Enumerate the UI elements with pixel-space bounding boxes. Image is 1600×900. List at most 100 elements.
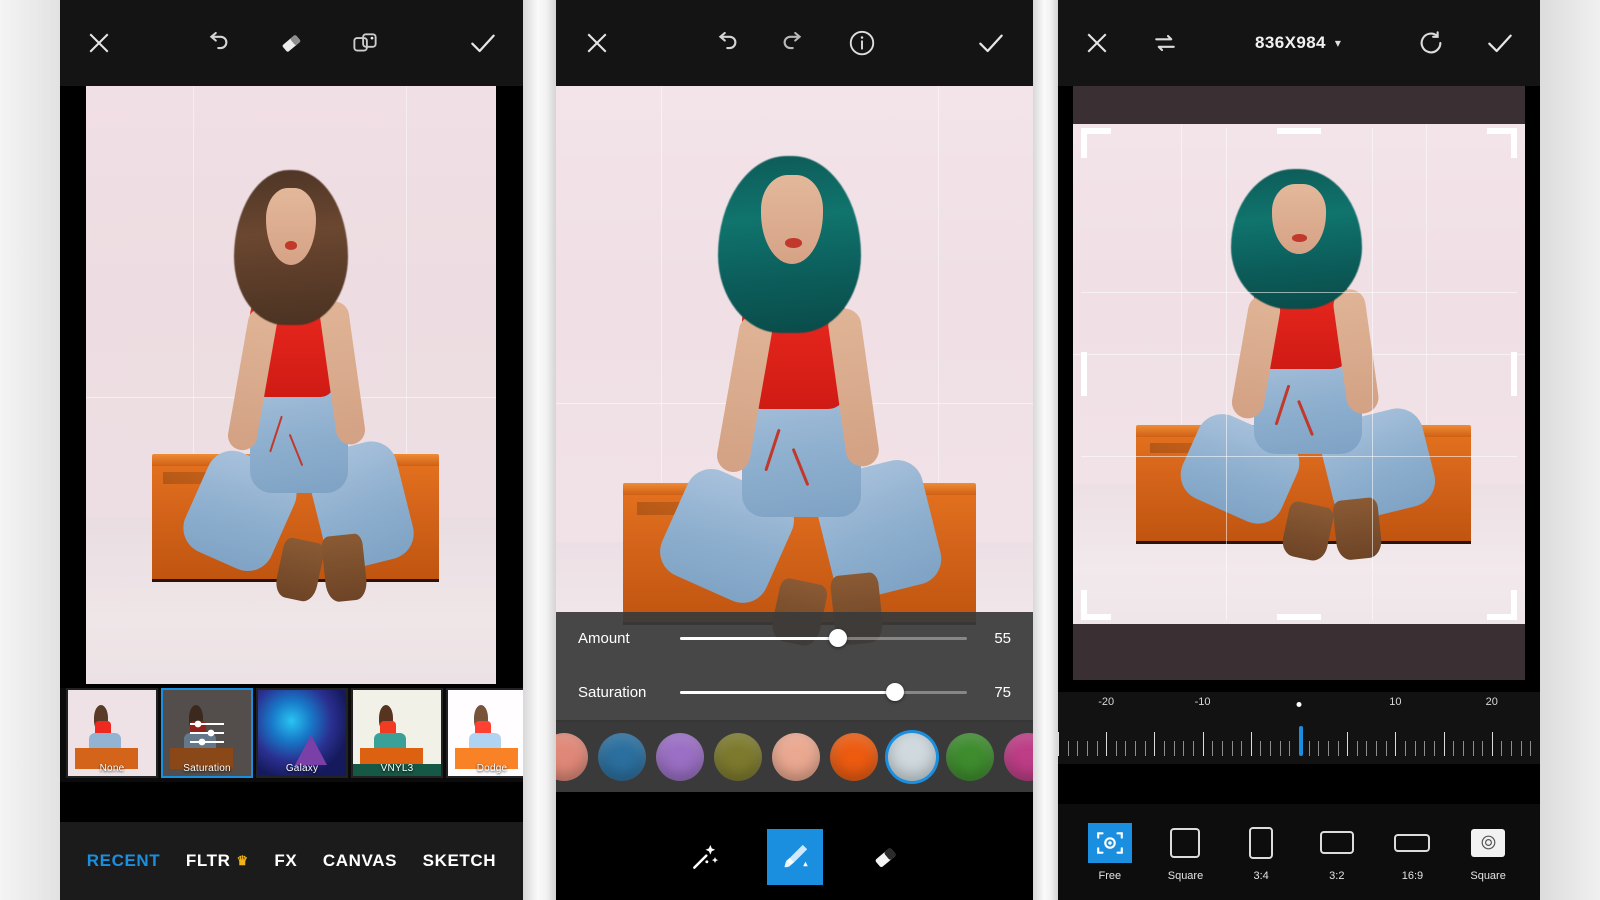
ruler-tick — [1453, 741, 1455, 756]
ruler-tick — [1106, 732, 1108, 756]
color-swatch[interactable] — [556, 733, 588, 781]
effects-panel: None Saturation Galaxy VNYL3 Dodge RECEN… — [60, 0, 523, 900]
ruler-tick — [1231, 741, 1233, 756]
filter-thumb[interactable]: Dodge — [446, 688, 523, 778]
ruler-tick — [1250, 732, 1252, 756]
filter-thumb[interactable]: None — [66, 688, 158, 778]
ratio-free[interactable]: Free — [1087, 822, 1132, 882]
undo-icon[interactable] — [202, 28, 232, 58]
filter-label: Galaxy — [285, 763, 319, 774]
ruler-tick-label: 10 — [1389, 696, 1402, 708]
crop-photo-canvas[interactable] — [1073, 86, 1525, 680]
filter-label: None — [99, 763, 125, 774]
ruler-tick — [1173, 741, 1175, 756]
slider-row: Amount 55 — [556, 624, 1033, 652]
ratio-label: Square — [1470, 869, 1506, 882]
close-icon[interactable] — [1082, 28, 1112, 58]
ruler-tick — [1202, 732, 1204, 756]
ratio-label: Free — [1098, 869, 1122, 882]
ruler-tick — [1067, 741, 1069, 756]
ruler-tick — [1414, 741, 1416, 756]
adjust-sliders: Amount 55 Saturation 75 — [556, 612, 1033, 722]
ratio-sticker-square[interactable]: Square — [1466, 823, 1510, 882]
color-swatch[interactable] — [888, 733, 936, 781]
color-swatch[interactable] — [656, 733, 704, 781]
layers-icon[interactable] — [350, 28, 380, 58]
sticker-icon — [1481, 835, 1495, 850]
tab-canvas[interactable]: CANVAS — [323, 851, 397, 871]
tab-fx[interactable]: FX — [274, 851, 297, 871]
ruler-tick — [1385, 741, 1387, 756]
color-swatch[interactable] — [714, 733, 762, 781]
crown-icon: ♛ — [236, 853, 249, 868]
ruler-tick-label: 20 — [1485, 696, 1498, 708]
ruler-tick — [1260, 741, 1262, 756]
category-tabbar: RECENT FLTR ♛ FX CANVAS SKETCH — [60, 822, 523, 900]
canvas-size-selector[interactable]: 836X984 ▾ — [1255, 33, 1341, 53]
ruler-tick — [1221, 741, 1223, 756]
ruler-tick — [1443, 732, 1445, 756]
rotation-ruler[interactable]: -20 -10 10 20 — [1058, 692, 1540, 764]
close-icon[interactable] — [84, 28, 114, 58]
color-swatch[interactable] — [772, 733, 820, 781]
amount-slider-knob[interactable] — [828, 629, 847, 647]
filter-thumb[interactable]: VNYL3 — [351, 688, 443, 778]
tab-label: FLTR — [185, 851, 231, 870]
tab-sketch[interactable]: SKETCH — [423, 851, 497, 871]
ruler-tick — [1154, 732, 1156, 756]
ruler-tick — [1086, 741, 1088, 756]
color-swatch[interactable] — [830, 733, 878, 781]
ratio-3-2[interactable]: 3:2 — [1315, 823, 1359, 882]
ruler-tick — [1164, 741, 1166, 756]
tab-recent[interactable]: RECENT — [87, 851, 161, 871]
edit-photo-canvas[interactable] — [86, 86, 496, 684]
info-icon[interactable] — [847, 28, 877, 58]
chevron-down-icon: ▾ — [1334, 36, 1341, 50]
aspect-ratio-bar: Free Square 3:4 3:2 16:9 Square — [1058, 804, 1540, 900]
saturation-slider-track[interactable] — [680, 683, 967, 701]
rotate-icon[interactable] — [1416, 28, 1446, 58]
redo-icon[interactable] — [779, 28, 809, 58]
ruler-ticks[interactable] — [1058, 726, 1540, 756]
magic-wand-icon[interactable] — [677, 829, 733, 885]
brush-icon[interactable] — [766, 829, 823, 885]
tab-fltr[interactable]: FLTR ♛ — [186, 851, 249, 871]
ruler-tick — [1405, 741, 1407, 756]
apply-check-icon[interactable] — [467, 27, 499, 59]
slider-label: Saturation — [578, 683, 647, 701]
close-icon[interactable] — [582, 28, 612, 58]
filter-thumb[interactable]: Saturation — [161, 688, 253, 778]
filter-label: VNYL3 — [380, 763, 414, 774]
ratio-3-4[interactable]: 3:4 — [1239, 823, 1283, 882]
color-swatch[interactable] — [598, 733, 646, 781]
apply-check-icon[interactable] — [975, 27, 1007, 59]
ratio-label: 3:2 — [1329, 869, 1345, 882]
filter-thumb[interactable]: Galaxy — [256, 688, 348, 778]
panel-gap-2 — [1033, 0, 1058, 900]
hair-color-rail[interactable] — [556, 722, 1033, 792]
undo-icon[interactable] — [711, 28, 741, 58]
tab-label: SKETCH — [422, 851, 497, 870]
apply-check-icon[interactable] — [1484, 27, 1516, 59]
amount-slider-track[interactable] — [680, 629, 967, 647]
eraser-icon[interactable] — [276, 28, 306, 58]
ruler-tick-label: -20 — [1098, 696, 1115, 708]
tab-label: RECENT — [86, 851, 161, 870]
ruler-tick — [1289, 741, 1291, 756]
saturation-slider-knob[interactable] — [886, 683, 905, 701]
slider-value: 75 — [994, 683, 1011, 701]
flip-icon[interactable] — [1150, 28, 1180, 58]
color-swatch[interactable] — [1004, 733, 1033, 781]
color-swatch[interactable] — [946, 733, 994, 781]
slider-row: Saturation 75 — [556, 678, 1033, 706]
ratio-square[interactable]: Square — [1163, 823, 1207, 882]
ruler-tick — [1395, 732, 1397, 756]
ruler-tick-label: -10 — [1194, 696, 1211, 708]
slider-label: Amount — [578, 629, 630, 647]
ruler-tick — [1183, 741, 1185, 756]
filter-strip[interactable]: None Saturation Galaxy VNYL3 Dodge — [60, 688, 523, 782]
ruler-tick — [1520, 741, 1522, 756]
ratio-16-9[interactable]: 16:9 — [1390, 823, 1434, 882]
page-background-left — [0, 0, 60, 900]
eraser-icon[interactable] — [857, 829, 913, 885]
